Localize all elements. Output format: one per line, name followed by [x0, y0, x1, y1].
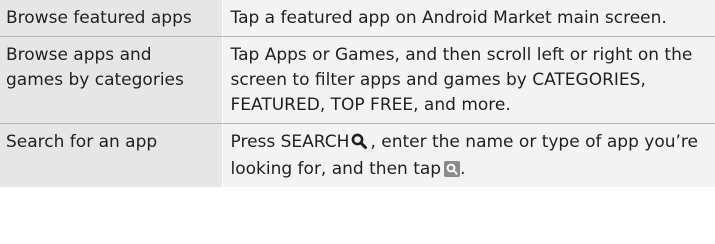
text-segment: . [460, 159, 466, 179]
text-segment: , and more. [413, 95, 511, 115]
description-cell: Press SEARCH, enter the name or type of … [222, 123, 715, 187]
table-row: Browse featured apps Tap a featured app … [0, 0, 715, 37]
instructions-table: Browse featured apps Tap a featured app … [0, 0, 715, 187]
featured-label: FEATURED [230, 95, 320, 115]
text-segment: Tap [230, 45, 260, 65]
action-cell: Browse apps and games by categories [0, 36, 223, 124]
top-free-label: TOP FREE [330, 95, 414, 115]
action-cell: Browse featured apps [0, 0, 223, 37]
text-segment: Press SEARCH [230, 132, 350, 152]
search-icon [351, 132, 368, 157]
apps-tab-label: Apps [264, 45, 307, 65]
text-segment: or [312, 45, 330, 65]
description-cell: Tap Apps or Games, and then scroll left … [222, 36, 715, 124]
search-button-icon [444, 160, 461, 177]
table-row: Browse apps and games by categories Tap … [0, 36, 715, 124]
action-cell: Search for an app [0, 123, 223, 187]
description-cell: Tap a featured app on Android Market mai… [222, 0, 715, 37]
table-row: Search for an app Press SEARCH, enter th… [0, 123, 715, 187]
categories-label: CATEGORIES [532, 70, 641, 90]
games-tab-label: Games [334, 45, 395, 65]
